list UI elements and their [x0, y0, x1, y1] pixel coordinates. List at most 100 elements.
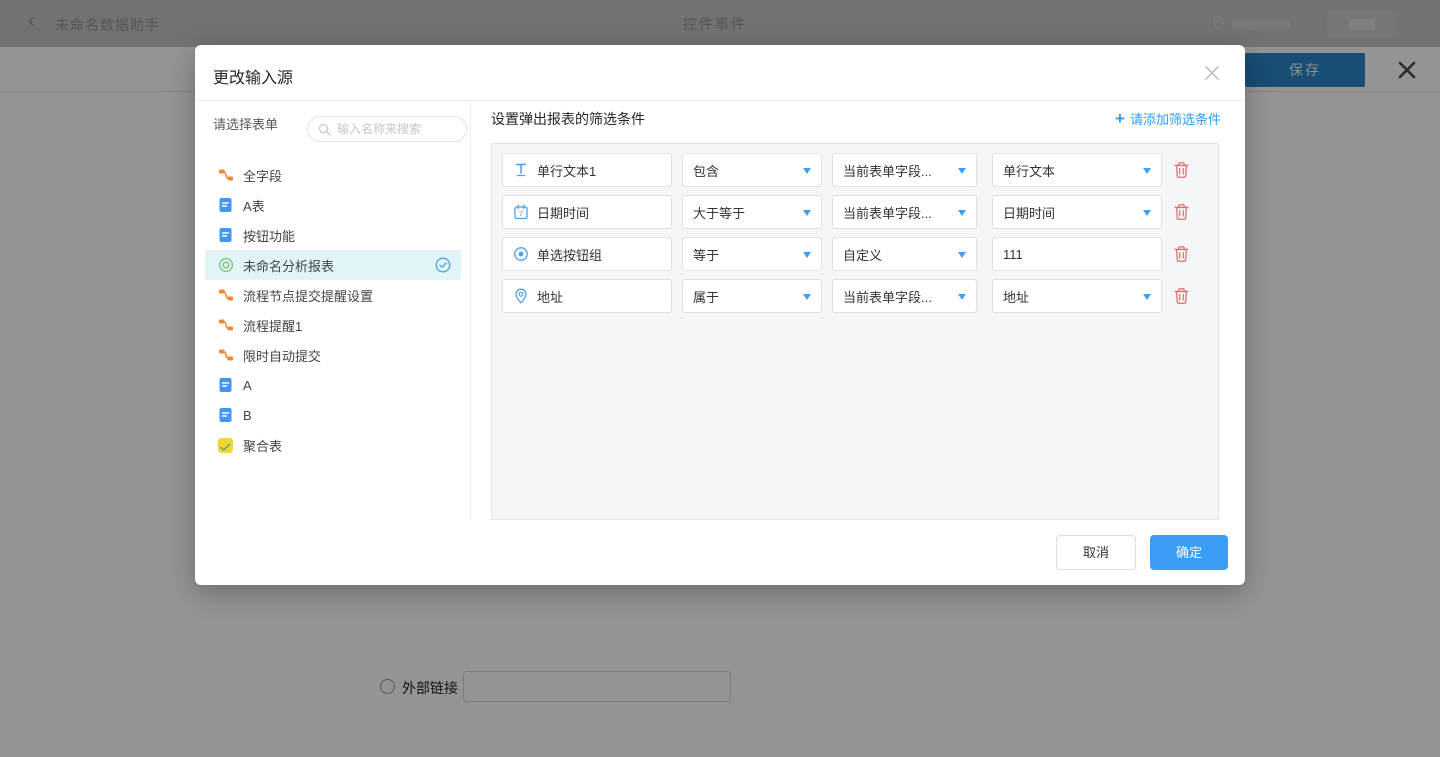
delete-row-icon[interactable] — [1173, 203, 1190, 221]
value-select[interactable]: 地址 — [992, 279, 1162, 313]
source-select[interactable]: 自定义 — [832, 237, 977, 271]
chevron-down-icon — [803, 210, 811, 216]
sidebar-form-item[interactable]: 限时自动提交 — [205, 340, 461, 370]
sidebar-item-label: 流程节点提交提醒设置 — [243, 286, 451, 305]
flow-icon — [217, 317, 234, 334]
operator-select[interactable]: 属于 — [682, 279, 822, 313]
field-box[interactable]: 7 日期时间 — [502, 195, 672, 229]
dialog-title: 更改输入源 — [213, 64, 293, 88]
sidebar-form-item[interactable]: 未命名分析报表 — [205, 250, 461, 280]
sidebar-item-label: 聚合表 — [243, 436, 451, 455]
page: ‹ 未命名数据助手 控件事件 保存 外部链接 测试 更改输入源 请选择表单 全字… — [0, 0, 1440, 757]
sidebar-item-label: 限时自动提交 — [243, 346, 451, 365]
select-form-label: 请选择表单 — [213, 114, 278, 133]
source-select[interactable]: 当前表单字段... — [832, 153, 977, 187]
delete-row-icon[interactable] — [1173, 287, 1190, 305]
operator-select[interactable]: 大于等于 — [682, 195, 822, 229]
doc-icon — [217, 197, 234, 214]
filter-section-title: 设置弹出报表的筛选条件 — [491, 109, 645, 129]
value-text: 单行文本 — [1003, 161, 1055, 180]
text-icon — [512, 162, 529, 179]
filter-condition-row: 单选按钮组 等于 自定义 111 — [492, 237, 1218, 271]
dialog-close-icon[interactable] — [1202, 63, 1222, 83]
sidebar-form-item[interactable]: 流程节点提交提醒设置 — [205, 280, 461, 310]
sidebar-form-item[interactable]: 流程提醒1 — [205, 310, 461, 340]
field-label: 单行文本1 — [537, 161, 596, 180]
chevron-down-icon — [803, 168, 811, 174]
chevron-down-icon — [1143, 294, 1151, 300]
source-select[interactable]: 当前表单字段... — [832, 279, 977, 313]
filter-conditions-panel: 单行文本1 包含 当前表单字段... 单行文本 7 日期时间 大于等于 当前表单… — [491, 143, 1219, 520]
doc-icon — [217, 377, 234, 394]
operator-value: 等于 — [693, 245, 719, 264]
operator-value: 属于 — [693, 287, 719, 306]
chevron-down-icon — [803, 294, 811, 300]
chevron-down-icon — [1143, 210, 1151, 216]
date-icon: 7 — [512, 204, 529, 221]
form-search-box — [307, 116, 467, 142]
chevron-down-icon — [958, 252, 966, 258]
sidebar-form-item[interactable]: 按钮功能 — [205, 220, 461, 250]
delete-row-icon[interactable] — [1173, 245, 1190, 263]
chevron-down-icon — [958, 210, 966, 216]
sidebar-item-label: A — [243, 378, 451, 393]
field-box[interactable]: 单选按钮组 — [502, 237, 672, 271]
operator-value: 大于等于 — [693, 203, 745, 222]
value-text: 111 — [1003, 247, 1023, 262]
source-value: 当前表单字段... — [843, 203, 932, 222]
location-icon — [512, 288, 529, 305]
value-select[interactable]: 单行文本 — [992, 153, 1162, 187]
svg-text:7: 7 — [518, 209, 522, 218]
form-list: 全字段 A表 按钮功能 未命名分析报表 流程节点提交提醒设置 流程提醒1 限时自… — [205, 160, 461, 460]
field-box[interactable]: 单行文本1 — [502, 153, 672, 187]
sidebar-item-label: B — [243, 408, 451, 423]
cancel-button[interactable]: 取消 — [1056, 535, 1136, 570]
sidebar-form-item[interactable]: 全字段 — [205, 160, 461, 190]
chevron-down-icon — [1143, 168, 1151, 174]
doc-icon — [217, 407, 234, 424]
source-value: 自定义 — [843, 245, 882, 264]
operator-value: 包含 — [693, 161, 719, 180]
sidebar-divider — [470, 101, 471, 520]
sidebar-form-item[interactable]: B — [205, 400, 461, 430]
radio-icon — [512, 246, 529, 263]
field-box[interactable]: 地址 — [502, 279, 672, 313]
flow-icon — [217, 347, 234, 364]
selected-check-icon — [435, 257, 451, 273]
source-value: 当前表单字段... — [843, 161, 932, 180]
value-select[interactable]: 日期时间 — [992, 195, 1162, 229]
form-search-input[interactable] — [337, 122, 455, 136]
flow-icon — [217, 287, 234, 304]
chevron-down-icon — [958, 294, 966, 300]
value-text: 日期时间 — [1003, 203, 1055, 222]
source-value: 当前表单字段... — [843, 287, 932, 306]
change-input-source-dialog: 更改输入源 请选择表单 全字段 A表 按钮功能 未命名分析报表 流程节点提交提醒… — [195, 45, 1245, 585]
plus-icon: + — [1115, 112, 1125, 126]
value-input[interactable]: 111 — [992, 237, 1162, 271]
field-label: 单选按钮组 — [537, 245, 602, 264]
sidebar-form-item[interactable]: 聚合表 — [205, 430, 461, 460]
field-label: 地址 — [537, 287, 563, 306]
dialog-header: 更改输入源 — [195, 45, 1245, 101]
confirm-button[interactable]: 确定 — [1150, 535, 1228, 570]
source-select[interactable]: 当前表单字段... — [832, 195, 977, 229]
sidebar-item-label: A表 — [243, 196, 451, 215]
aggregate-icon — [217, 437, 234, 454]
filter-condition-row: 地址 属于 当前表单字段... 地址 — [492, 279, 1218, 313]
sidebar-item-label: 按钮功能 — [243, 226, 451, 245]
doc-icon — [217, 227, 234, 244]
sidebar-item-label: 未命名分析报表 — [243, 256, 426, 275]
sidebar-item-label: 全字段 — [243, 166, 451, 185]
chevron-down-icon — [958, 168, 966, 174]
sidebar-form-item[interactable]: A表 — [205, 190, 461, 220]
sidebar-form-item[interactable]: A — [205, 370, 461, 400]
add-filter-label: 请添加筛选条件 — [1130, 109, 1221, 128]
operator-select[interactable]: 等于 — [682, 237, 822, 271]
add-filter-link[interactable]: + 请添加筛选条件 — [1115, 109, 1221, 128]
operator-select[interactable]: 包含 — [682, 153, 822, 187]
filter-condition-row: 单行文本1 包含 当前表单字段... 单行文本 — [492, 153, 1218, 187]
value-text: 地址 — [1003, 287, 1029, 306]
flow-icon — [217, 167, 234, 184]
delete-row-icon[interactable] — [1173, 161, 1190, 179]
filter-condition-row: 7 日期时间 大于等于 当前表单字段... 日期时间 — [492, 195, 1218, 229]
